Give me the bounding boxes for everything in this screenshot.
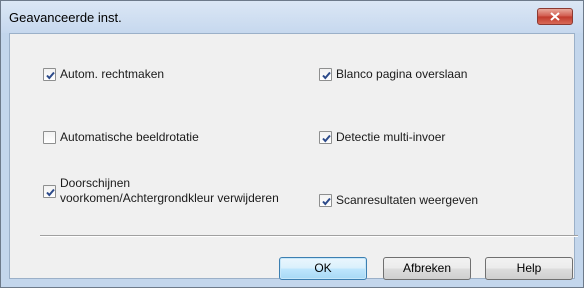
separator — [40, 235, 578, 237]
checkmark-icon — [322, 197, 331, 206]
option-label: Scanresultaten weergeven — [336, 193, 479, 207]
checkbox[interactable] — [43, 184, 56, 198]
checkbox[interactable] — [319, 194, 332, 207]
option-label: Doorschijnen voorkomen/Achtergrondkleur … — [60, 176, 279, 205]
option-label: Blanco pagina overslaan — [336, 67, 468, 81]
ok-button[interactable]: OK — [279, 257, 367, 280]
checkbox[interactable] — [319, 131, 332, 144]
dialog-window: Geavanceerde inst. Autom. rechtmaken Bla… — [0, 0, 584, 288]
checkbox[interactable] — [319, 68, 332, 81]
option-label: Autom. rechtmaken — [60, 67, 165, 81]
cancel-button[interactable]: Afbreken — [383, 257, 471, 280]
checkmark-icon — [46, 188, 55, 197]
checkmark-icon — [46, 71, 55, 80]
option-autom-rechtmaken[interactable]: Autom. rechtmaken — [43, 67, 164, 82]
title-bar[interactable]: Geavanceerde inst. — [1, 1, 583, 33]
option-label: Detectie multi-invoer — [336, 130, 446, 144]
checkmark-icon — [322, 71, 331, 80]
dialog-title: Geavanceerde inst. — [9, 10, 122, 25]
checkbox[interactable] — [43, 68, 56, 81]
option-automatische-beeldrotatie[interactable]: Automatische beeldrotatie — [43, 130, 199, 145]
option-label: Automatische beeldrotatie — [60, 130, 199, 144]
close-button[interactable] — [537, 8, 573, 25]
close-icon — [550, 12, 560, 21]
option-scanresultaten-weergeven[interactable]: Scanresultaten weergeven — [319, 193, 478, 208]
checkmark-icon — [322, 134, 331, 143]
option-blanco-pagina-overslaan[interactable]: Blanco pagina overslaan — [319, 67, 467, 82]
option-detectie-multi-invoer[interactable]: Detectie multi-invoer — [319, 130, 445, 145]
option-doorschijnen-voorkomen[interactable]: Doorschijnen voorkomen/Achtergrondkleur … — [43, 176, 280, 206]
dialog-content: Autom. rechtmaken Blanco pagina overslaa… — [9, 33, 578, 280]
checkbox[interactable] — [43, 131, 56, 144]
help-button[interactable]: Help — [485, 257, 573, 280]
